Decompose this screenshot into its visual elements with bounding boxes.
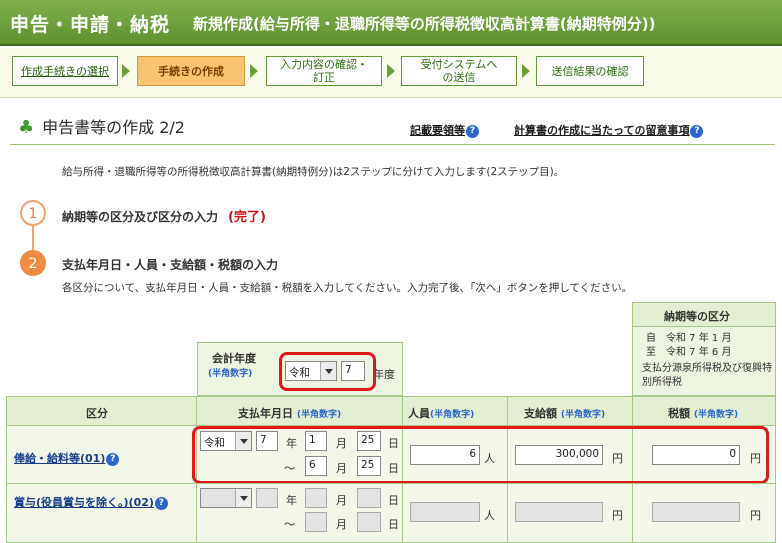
row2-tax-input[interactable] bbox=[652, 502, 740, 522]
step-navigation: 作成手続きの選択 手続きの作成 入力内容の確認・訂正 受付システムへの送信 送信… bbox=[0, 48, 782, 98]
section2-description: 各区分について、支払年月日・人員・支給額・税額を入力してください。入力完了後、「… bbox=[62, 282, 633, 294]
highlight-box bbox=[192, 426, 769, 484]
fiscal-year-label: 会計年度 bbox=[212, 352, 256, 365]
step-result: 送信結果の確認 bbox=[536, 56, 644, 86]
unit-month: 月 bbox=[336, 494, 347, 507]
row-bonus-link[interactable]: 賞与(役員賞与を除く。)(02)? bbox=[14, 494, 168, 510]
chevron-down-icon bbox=[235, 489, 251, 507]
step-confirm-input: 入力内容の確認・訂正 bbox=[266, 56, 382, 86]
app-title: 申告・申請・納税 bbox=[10, 14, 171, 36]
row2-to-day-input[interactable] bbox=[357, 512, 381, 532]
step-arrow-icon bbox=[522, 64, 530, 78]
row2-era-select[interactable] bbox=[200, 488, 252, 508]
divider bbox=[10, 144, 775, 145]
col-header-people-label: 人員(半角数字) bbox=[408, 407, 475, 420]
unit-person: 人 bbox=[484, 509, 495, 522]
step-1-badge: 1 bbox=[20, 200, 46, 226]
help-icon[interactable]: ? bbox=[106, 452, 120, 466]
row2-to-month-input[interactable] bbox=[305, 512, 327, 532]
section1-title: 納期等の区分及び区分の入力 (完了) bbox=[62, 210, 266, 225]
row2-amount-input[interactable] bbox=[515, 502, 603, 522]
fiscal-year-hint: (半角数字) bbox=[208, 369, 253, 379]
page-subtitle: 新規作成(給与所得・退職所得等の所得税徴収高計算書(納期特例分)) bbox=[193, 15, 656, 33]
row2-year-input[interactable] bbox=[256, 488, 278, 508]
step-arrow-icon bbox=[250, 64, 258, 78]
section2-title: 支払年月日・人員・支給額・税額の入力 bbox=[62, 258, 279, 272]
guide-link[interactable]: 記載要領等? bbox=[410, 122, 479, 138]
period-note: 支払分源泉所得税及び復興特別所得税 bbox=[642, 363, 772, 388]
row2-from-month-input[interactable] bbox=[305, 488, 327, 508]
col-header-date-label: 支払年月日 (半角数字) bbox=[238, 407, 342, 420]
help-icon[interactable]: ? bbox=[690, 124, 704, 138]
step-create-procedure: 手続きの作成 bbox=[137, 56, 245, 86]
unit-yen: 円 bbox=[612, 509, 623, 522]
period-from: 自 令和 7 年 1 月 bbox=[646, 333, 732, 344]
unit-month: 月 bbox=[336, 518, 347, 531]
row2-from-day-input[interactable] bbox=[357, 488, 381, 508]
clover-icon: ♣ bbox=[18, 117, 35, 138]
unit-day: 日 bbox=[388, 518, 399, 531]
help-icon[interactable]: ? bbox=[466, 124, 479, 138]
step-2-badge: 2 bbox=[20, 250, 46, 276]
unit-day: 日 bbox=[388, 494, 399, 507]
completed-label: (完了) bbox=[228, 210, 266, 225]
row2-people-input[interactable] bbox=[410, 502, 480, 522]
step-connector bbox=[32, 226, 34, 251]
highlight-box bbox=[279, 352, 376, 391]
app-header: 申告・申請・納税 新規作成(給与所得・退職所得等の所得税徴収高計算書(納期特例分… bbox=[0, 0, 782, 46]
unit-year: 年 bbox=[286, 494, 297, 507]
tilde: ～ bbox=[284, 518, 295, 531]
step-arrow-icon bbox=[387, 64, 395, 78]
help-icon[interactable]: ? bbox=[154, 496, 168, 510]
notes-link[interactable]: 計算書の作成に当たっての留意事項? bbox=[514, 122, 704, 138]
unit-yen: 円 bbox=[750, 509, 761, 522]
row-salary-link[interactable]: 俸給・給料等(01)? bbox=[14, 450, 120, 466]
col-header-kubun-label: 区分 bbox=[86, 407, 108, 420]
step-send: 受付システムへの送信 bbox=[401, 56, 517, 86]
step-arrow-icon bbox=[122, 64, 130, 78]
step-select-procedure[interactable]: 作成手続きの選択 bbox=[12, 56, 118, 86]
col-header-tax-label: 税額 (半角数字) bbox=[668, 407, 739, 420]
period-to: 至 令和 7 年 6 月 bbox=[646, 347, 732, 358]
fiscal-year-suffix: 年度 bbox=[373, 368, 395, 381]
page-title: ♣ 申告書等の作成 2/2 bbox=[18, 117, 185, 138]
col-header-amount-label: 支給額 (半角数字) bbox=[524, 407, 606, 420]
period-title: 納期等の区分 bbox=[664, 310, 730, 323]
table-row-label-cell bbox=[6, 483, 197, 543]
intro-text: 給与所得・退職所得等の所得税徴収高計算書(納期特例分)は2ステップに分けて入力し… bbox=[62, 166, 565, 178]
